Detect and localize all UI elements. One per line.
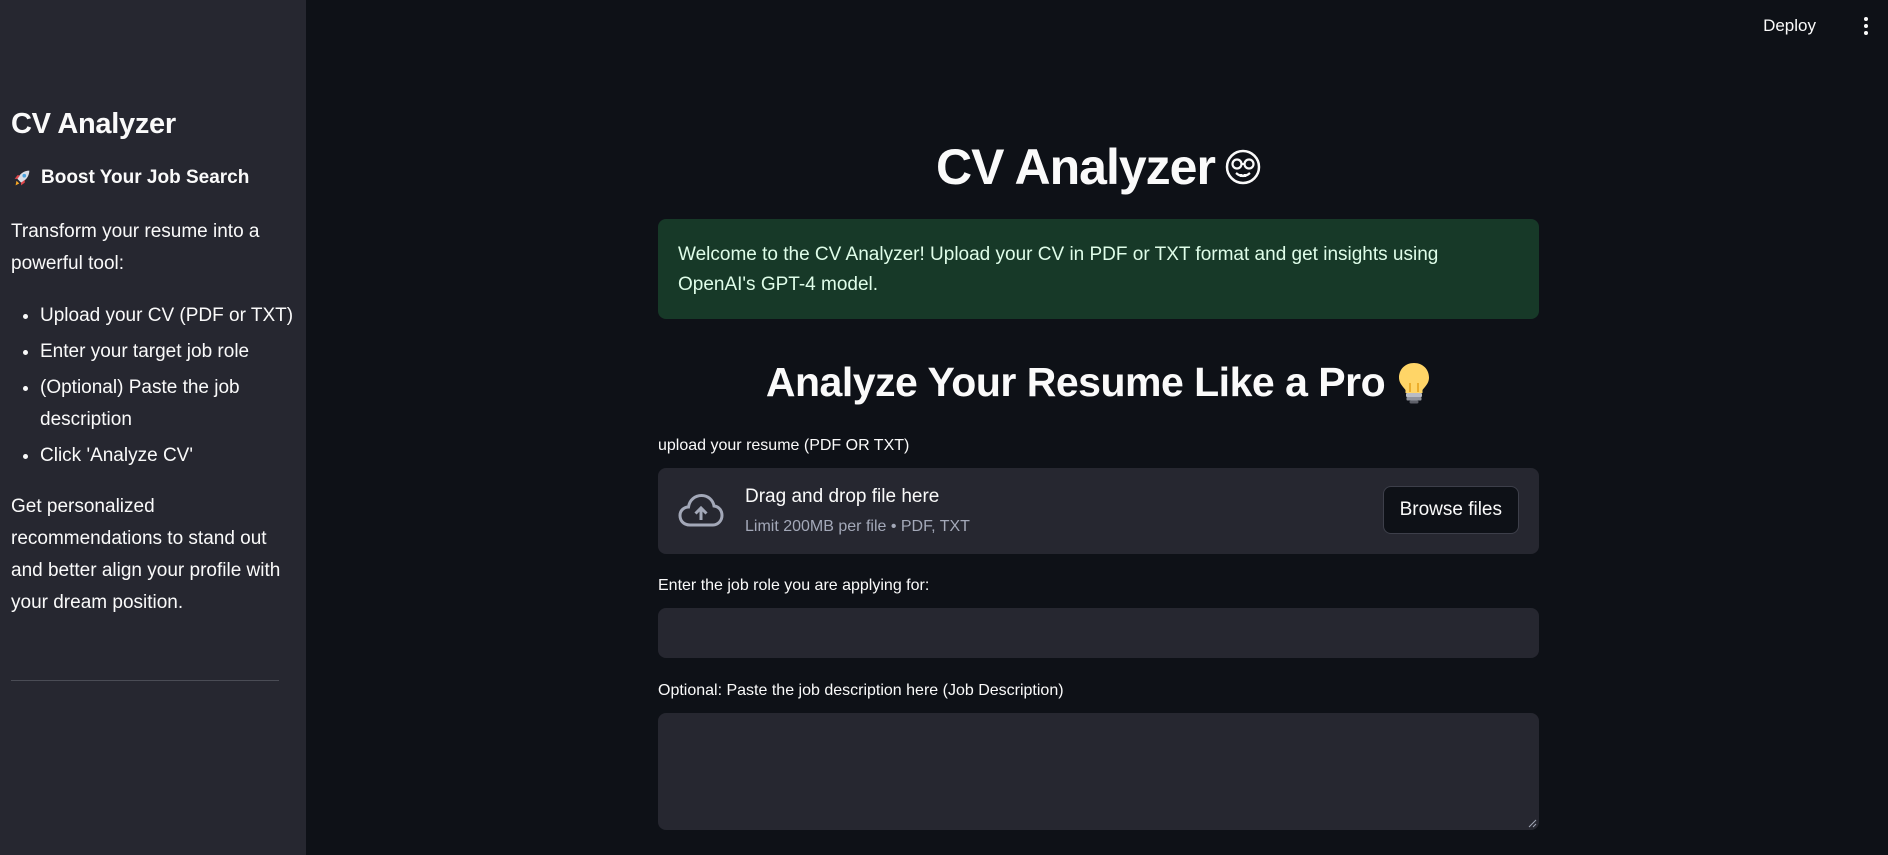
dropzone-hint: Limit 200MB per file • PDF, TXT bbox=[745, 518, 970, 535]
upload-label: upload your resume (PDF OR TXT) bbox=[658, 437, 910, 454]
browse-files-button[interactable]: Browse files bbox=[1382, 486, 1519, 534]
sidebar-outro: Get personalized recommendations to stan… bbox=[11, 496, 281, 613]
sidebar-step: Upload your CV (PDF or TXT) bbox=[40, 300, 320, 332]
section-heading: Analyze Your Resume Like a Pro bbox=[658, 359, 1539, 406]
sidebar-step: Enter your target job role bbox=[40, 336, 320, 368]
nerd-face-icon bbox=[1225, 149, 1261, 185]
sidebar-step: Click 'Analyze CV' bbox=[40, 440, 320, 472]
dropzone-title: Drag and drop file here bbox=[745, 486, 940, 507]
sidebar-title: CV Analyzer bbox=[11, 108, 176, 140]
sidebar-subtitle-text: Boost Your Job Search bbox=[41, 167, 250, 188]
job-description-textarea[interactable] bbox=[658, 713, 1539, 830]
sidebar-divider bbox=[11, 680, 279, 681]
sidebar-subtitle: Boost Your Job Search bbox=[11, 167, 249, 189]
rocket-icon bbox=[14, 170, 30, 186]
cloud-upload-icon bbox=[678, 493, 724, 527]
page-title: CV Analyzer bbox=[658, 138, 1539, 196]
light-bulb-icon bbox=[1399, 362, 1430, 403]
vertical-dots-icon[interactable] bbox=[1861, 15, 1871, 37]
sidebar-intro: Transform your resume into a powerful to… bbox=[11, 221, 260, 274]
file-uploader-dropzone[interactable]: Drag and drop file here Limit 200MB per … bbox=[658, 468, 1539, 554]
page-title-text: CV Analyzer bbox=[936, 139, 1216, 195]
job-role-label: Enter the job role you are applying for: bbox=[658, 577, 930, 594]
sidebar-steps: Upload your CV (PDF or TXT) Enter your t… bbox=[11, 300, 320, 476]
job-description-label: Optional: Paste the job description here… bbox=[658, 682, 1064, 699]
section-heading-text: Analyze Your Resume Like a Pro bbox=[765, 359, 1386, 405]
sidebar: CV Analyzer Boost Your Job Search Transf… bbox=[0, 0, 306, 855]
app: CV Analyzer Boost Your Job Search Transf… bbox=[0, 0, 1888, 855]
job-role-input[interactable] bbox=[658, 608, 1539, 658]
deploy-button[interactable]: Deploy bbox=[1757, 14, 1822, 38]
welcome-info-box: Welcome to the CV Analyzer! Upload your … bbox=[658, 219, 1539, 319]
resize-handle-icon[interactable] bbox=[1527, 818, 1537, 828]
sidebar-step: (Optional) Paste the job description bbox=[40, 372, 320, 436]
